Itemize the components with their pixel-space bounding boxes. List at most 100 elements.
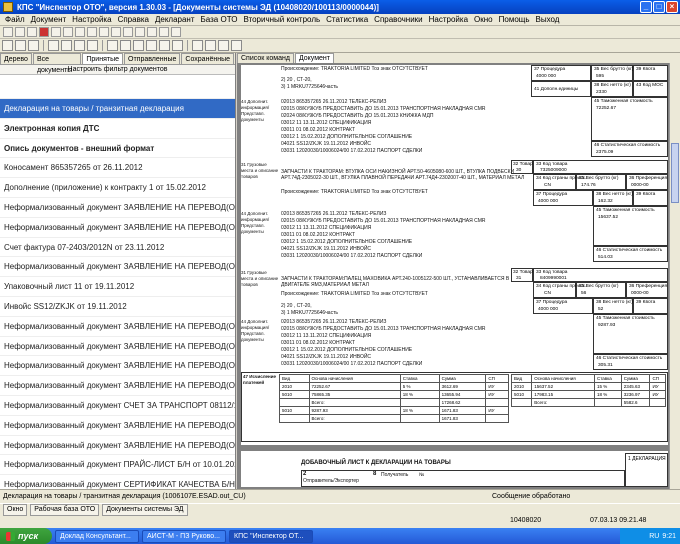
menu-statistics[interactable]: Статистика	[323, 15, 371, 24]
document-list-item[interactable]: Неформализованный документ ЗАЯВЛЕНИЕ НА …	[0, 317, 235, 337]
document-list-item[interactable]: Упаковочный лист 11 от 19.11.2012	[0, 277, 235, 297]
menu-settings[interactable]: Настройка	[69, 15, 114, 24]
toolbar-icon-11[interactable]	[123, 27, 133, 37]
window-oto-base[interactable]: Рабочая база ОТО	[30, 504, 100, 516]
toolbar-icon-7[interactable]	[75, 27, 85, 37]
document-list-item[interactable]: Дополнение (приложение) к контракту 1 от…	[0, 178, 235, 198]
tab-tree[interactable]: Дерево	[0, 53, 32, 64]
export-icon[interactable]	[133, 40, 144, 51]
document-scrollbar[interactable]	[669, 63, 680, 489]
document-list-item[interactable]: Опись документов - внешний формат	[0, 139, 235, 159]
menu-exit[interactable]: Выход	[533, 15, 563, 24]
toolbar-icon-2[interactable]	[15, 27, 25, 37]
toolbar-icon-15[interactable]	[171, 27, 181, 37]
table-cell: 5010	[279, 390, 310, 399]
table-cell: 1671.83	[438, 406, 487, 415]
toolbar-icon-6[interactable]	[63, 27, 73, 37]
document-list-item[interactable]: Счет фактура 07-2403/2012N от 23.11.2012	[0, 238, 235, 258]
document-list-item[interactable]: Коносамент 865357265 от 26.11.2012	[0, 158, 235, 179]
toolbar-icon-9[interactable]	[99, 27, 109, 37]
document-list-item[interactable]: Электронная копия ДТС	[0, 119, 235, 139]
delete-icon[interactable]	[61, 40, 72, 51]
tab-sent[interactable]: Отправленные	[124, 53, 181, 64]
table-header-cell: СП	[649, 374, 666, 383]
home-icon[interactable]	[231, 40, 242, 51]
doc-line: 02015 08/КУ9КУБ ПРЕДОСТАВИТЬ ДО 15.01.20…	[281, 326, 486, 332]
menu-help[interactable]: Справка	[115, 15, 152, 24]
tab-all-documents[interactable]: Все документы	[32, 53, 82, 74]
taskbar-item-inspector[interactable]: КПС "Инспектор ОТ...	[229, 529, 313, 543]
menu-document[interactable]: Документ	[28, 15, 70, 24]
toolbar-icon-13[interactable]	[147, 27, 157, 37]
document-list-item[interactable]: Декларация на товары / транзитная деклар…	[0, 99, 235, 119]
document-list-item[interactable]: Неформализованный документ СЕРТИФИКАТ КА…	[0, 475, 235, 489]
document-list-item[interactable]: Неформализованный документ ЗАЯВЛЕНИЕ НА …	[0, 218, 235, 238]
tab-command-list[interactable]: Список команд	[237, 53, 294, 63]
doc-line: 03031 12020030/10006024/00 17.02.2012 ПА…	[281, 253, 423, 259]
window-ed-documents[interactable]: Документы системы ЭД	[102, 504, 188, 516]
open-icon[interactable]	[2, 40, 13, 51]
info-icon[interactable]	[159, 40, 170, 51]
doc-line: 03012 11 13.11.2012 СПЕЦИФИКАЦИЯ	[281, 120, 372, 126]
document-list-item[interactable]: Инвойс SS12/ZKJK от 19.11.2012	[0, 297, 235, 317]
language-indicator[interactable]: RU	[649, 533, 659, 540]
filter-button[interactable]: Настроить фильтр документов	[0, 65, 235, 75]
stop-icon[interactable]	[218, 40, 229, 51]
refresh-icon[interactable]	[120, 40, 131, 51]
document-list-item[interactable]: Неформализованный документ СЧЕТ ЗА ТРАНС…	[0, 396, 235, 416]
document-list-item[interactable]: Неформализованный документ ЗАЯВЛЕНИЕ НА …	[0, 337, 235, 357]
menu-declarant[interactable]: Декларант	[152, 15, 198, 24]
table-cell: 5 %	[399, 382, 440, 391]
close-button[interactable]: ×	[666, 1, 678, 13]
document-list-item[interactable]: Неформализованный документ ЗАЯВЛЕНИЕ НА …	[0, 356, 235, 377]
table-row: Всего: 17268.62	[279, 398, 509, 407]
save-icon[interactable]	[15, 40, 26, 51]
document-list-item[interactable]: Неформализованный документ ЗАЯВЛЕНИЕ НА …	[0, 436, 235, 456]
taskbar-item-consultant[interactable]: Доклад Консультант...	[55, 529, 139, 543]
tab-document[interactable]: Документ	[294, 53, 334, 63]
forward-icon[interactable]	[205, 40, 216, 51]
toolbar-icon-4[interactable]	[39, 27, 49, 37]
document-list-item[interactable]: Неформализованный документ ЗАЯВЛЕНИЕ НА …	[0, 257, 235, 278]
menu-directories[interactable]: Справочники	[371, 15, 425, 24]
document-view-tabs: Список команд Документ	[237, 53, 680, 63]
documents-tabs: Дерево Все документы Принятые Отправленн…	[0, 53, 235, 74]
toolbar-icon-12[interactable]	[135, 27, 145, 37]
menu-oto-base[interactable]: База ОТО	[198, 15, 241, 24]
document-list-item[interactable]: Неформализованный документ ЗАЯВЛЕНИЕ НА …	[0, 198, 235, 218]
menu-secondary-control[interactable]: Вторичный контроль	[240, 15, 323, 24]
check-icon[interactable]	[74, 40, 85, 51]
settings-icon[interactable]	[87, 40, 98, 51]
search-icon[interactable]	[107, 40, 118, 51]
menu-assist[interactable]: Помощь	[496, 15, 533, 24]
scrollbar-thumb[interactable]	[671, 143, 679, 203]
toolbar-icon-3[interactable]	[27, 27, 37, 37]
document-list-item[interactable]: Неформализованный документ ЗАЯВЛЕНИЕ НА …	[0, 376, 235, 396]
window-menu-button[interactable]: Окно	[3, 504, 28, 516]
toolbar-icon-1[interactable]	[3, 27, 13, 37]
window-titlebar[interactable]: КПС "Инспектор ОТО", версия 1.30.03 - [Д…	[0, 0, 680, 14]
print-icon[interactable]	[28, 40, 39, 51]
tab-saved[interactable]: Сохранённые	[181, 53, 234, 64]
maximize-button[interactable]: □	[653, 1, 665, 13]
menu-settings-2[interactable]: Настройка	[426, 15, 471, 24]
document-list-item[interactable]: Неформализованный документ ПРАЙС-ЛИСТ Б/…	[0, 455, 235, 476]
menu-window[interactable]: Окно	[471, 15, 496, 24]
toolbar-icon-5[interactable]	[51, 27, 61, 37]
menu-file[interactable]: Файл	[2, 15, 28, 24]
cut-icon[interactable]	[48, 40, 59, 51]
toolbar-icon-14[interactable]	[159, 27, 169, 37]
toolbar-icon-10[interactable]	[111, 27, 121, 37]
document-list-item[interactable]: Неформализованный документ ЗАЯВЛЕНИЕ НА …	[0, 416, 235, 436]
lock-icon[interactable]	[172, 40, 183, 51]
import-icon[interactable]	[146, 40, 157, 51]
start-button[interactable]: пуск	[0, 528, 52, 544]
tab-accepted[interactable]: Принятые	[82, 53, 123, 64]
document-list-item[interactable]	[0, 75, 235, 99]
table-cell	[594, 398, 622, 407]
doc-line: 02013 865357265 26.11.2012 ТЕЛЕКС-РЕЛИЗ	[281, 99, 387, 105]
back-icon[interactable]	[192, 40, 203, 51]
minimize-button[interactable]: _	[640, 1, 652, 13]
taskbar-item-aist[interactable]: АИСТ-М - ПЗ Руково...	[142, 529, 226, 543]
toolbar-icon-8[interactable]	[87, 27, 97, 37]
